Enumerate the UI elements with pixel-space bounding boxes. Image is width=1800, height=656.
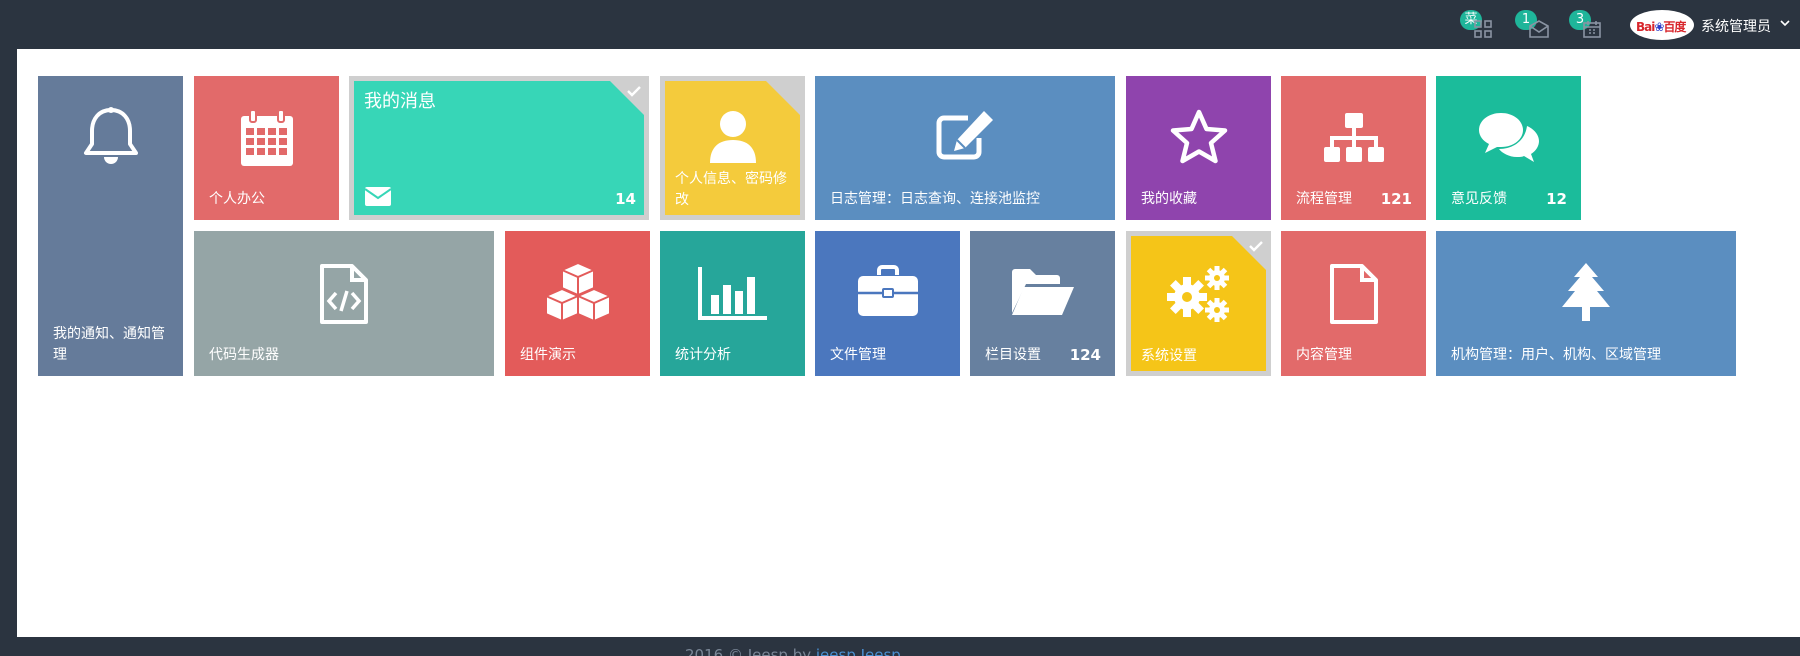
tile-system[interactable]: 系统设置 xyxy=(1126,231,1271,376)
tile-favorites-label: 我的收藏 xyxy=(1141,191,1197,207)
tile-messages[interactable]: 我的消息 14 xyxy=(349,76,649,220)
main-content: 我的通知、通知管理 个人办公 我的消息 14 个人信息、密码修改 日志管理：日志… xyxy=(17,49,1800,637)
check-icon xyxy=(627,86,641,97)
tile-org[interactable]: 机构管理：用户、机构、区域管理 xyxy=(1436,231,1736,376)
avatar-logo: Bai❀百度 xyxy=(1636,18,1686,35)
check-icon xyxy=(1249,241,1263,252)
tile-columns-label: 栏目设置 xyxy=(985,347,1041,363)
tile-notice-label: 我的通知、通知管理 xyxy=(53,326,165,363)
tile-files-label: 文件管理 xyxy=(830,347,886,363)
file-icon xyxy=(1329,264,1378,324)
comments-icon xyxy=(1478,113,1539,162)
footer-text: 2016 © Jeesp by xyxy=(685,646,816,656)
tile-stats[interactable]: 统计分析 xyxy=(660,231,805,376)
tile-favorites[interactable]: 我的收藏 xyxy=(1126,76,1271,220)
tile-content-label: 内容管理 xyxy=(1296,347,1352,363)
avatar-logo-text: Bai xyxy=(1636,20,1655,34)
tile-feedback-count: 12 xyxy=(1546,190,1567,208)
tile-log-label: 日志管理：日志查询、连接池监控 xyxy=(830,191,1040,207)
footer-link[interactable]: jeesp.Jeesp xyxy=(816,646,901,656)
user-icon xyxy=(709,111,756,163)
nav-menu-button[interactable]: 菜 xyxy=(1460,10,1500,42)
tile-feedback-label: 意见反馈 xyxy=(1451,191,1507,207)
chevron-down-icon[interactable] xyxy=(1780,20,1790,27)
edit-icon xyxy=(936,111,993,160)
tile-content[interactable]: 内容管理 xyxy=(1281,231,1426,376)
briefcase-icon xyxy=(857,265,918,316)
cubes-icon xyxy=(544,262,611,322)
tile-office-label: 个人办公 xyxy=(209,191,265,207)
star-icon xyxy=(1170,109,1227,164)
tile-log[interactable]: 日志管理：日志查询、连接池监控 xyxy=(815,76,1115,220)
user-name[interactable]: 系统管理员 xyxy=(1701,16,1771,36)
tile-components-label: 组件演示 xyxy=(520,347,576,363)
mail-icon xyxy=(1529,20,1549,38)
sitemap-icon xyxy=(1323,113,1384,162)
folder-open-icon xyxy=(1011,269,1074,315)
tile-profile[interactable]: 个人信息、密码修改 xyxy=(660,76,805,220)
avatar[interactable]: Bai❀百度 xyxy=(1630,10,1694,40)
tile-system-label: 系统设置 xyxy=(1141,348,1197,364)
cogs-icon xyxy=(1166,266,1229,322)
calendar-icon xyxy=(1583,21,1601,38)
bar-chart-icon xyxy=(697,267,767,320)
grid-icon xyxy=(1474,20,1492,38)
tile-stats-label: 统计分析 xyxy=(675,347,731,363)
tile-process-label: 流程管理 xyxy=(1296,191,1352,207)
top-navbar: 菜 1 3 Bai❀百度 系统管理员 xyxy=(0,0,1800,49)
tile-notice[interactable]: 我的通知、通知管理 xyxy=(38,76,183,376)
tile-components[interactable]: 组件演示 xyxy=(505,231,650,376)
tile-office[interactable]: 个人办公 xyxy=(194,76,339,220)
tile-columns-count: 124 xyxy=(1069,346,1101,364)
file-code-icon xyxy=(320,264,368,324)
envelope-icon xyxy=(364,187,392,206)
tree-icon xyxy=(1562,263,1610,321)
nav-mail-button[interactable]: 1 xyxy=(1515,10,1555,42)
bell-icon xyxy=(83,107,138,164)
tile-corner xyxy=(766,81,800,115)
tile-process-count: 121 xyxy=(1380,190,1412,208)
tile-columns[interactable]: 栏目设置 124 xyxy=(970,231,1115,376)
calendar-icon xyxy=(240,109,293,166)
tile-codegen-label: 代码生成器 xyxy=(209,347,279,363)
tile-profile-label: 个人信息、密码修改 xyxy=(675,171,787,208)
tile-org-label: 机构管理：用户、机构、区域管理 xyxy=(1451,347,1661,363)
avatar-logo-suffix: 百度 xyxy=(1663,20,1686,34)
tile-feedback[interactable]: 意见反馈 12 xyxy=(1436,76,1581,220)
nav-calendar-button[interactable]: 3 xyxy=(1569,10,1609,42)
tile-files[interactable]: 文件管理 xyxy=(815,231,960,376)
footer: 2016 © Jeesp by jeesp.Jeesp xyxy=(685,646,901,656)
tile-messages-count: 14 xyxy=(615,190,636,208)
tile-messages-title: 我的消息 xyxy=(364,91,436,112)
tile-codegen[interactable]: 代码生成器 xyxy=(194,231,494,376)
tile-process[interactable]: 流程管理 121 xyxy=(1281,76,1426,220)
